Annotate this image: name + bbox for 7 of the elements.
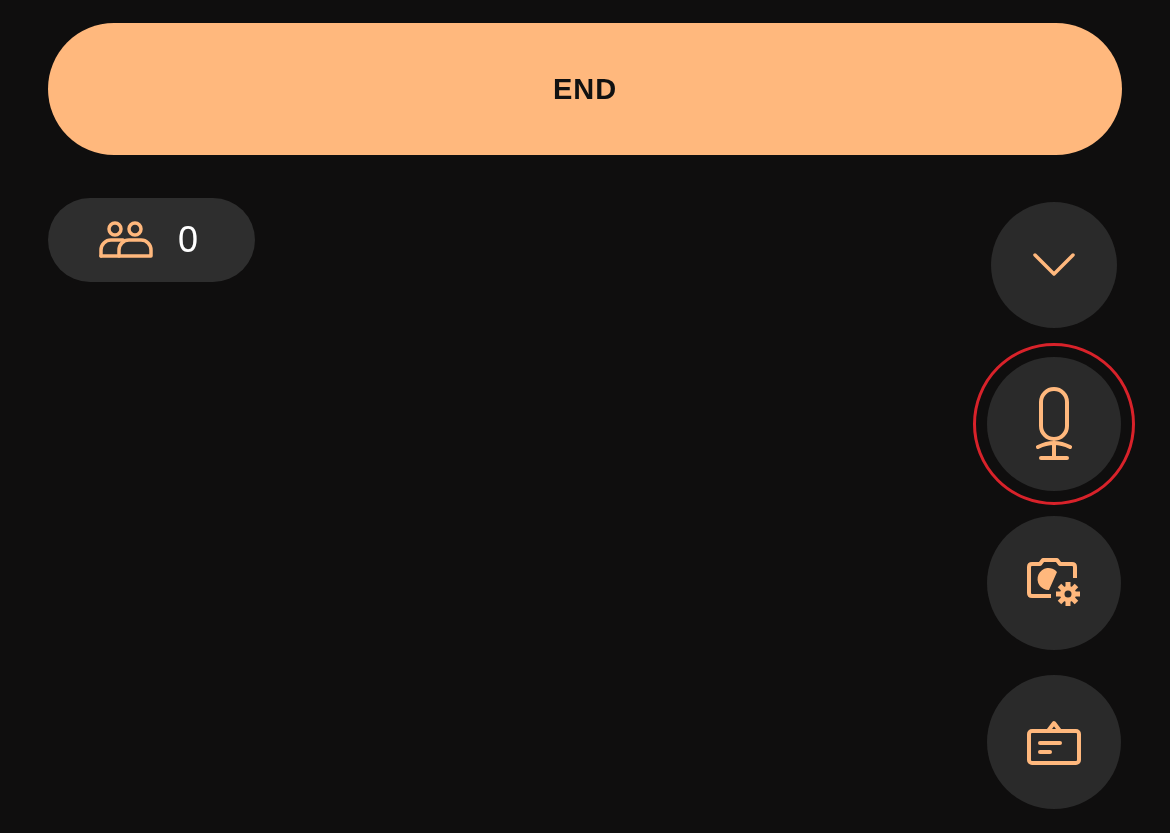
viewer-count: 0 (178, 219, 199, 261)
end-button[interactable]: END (48, 23, 1122, 155)
caption-icon (1027, 719, 1081, 765)
people-icon (98, 220, 154, 260)
microphone-icon (1036, 387, 1072, 461)
camera-settings-icon (1027, 558, 1081, 608)
chevron-down-icon (1032, 252, 1076, 278)
